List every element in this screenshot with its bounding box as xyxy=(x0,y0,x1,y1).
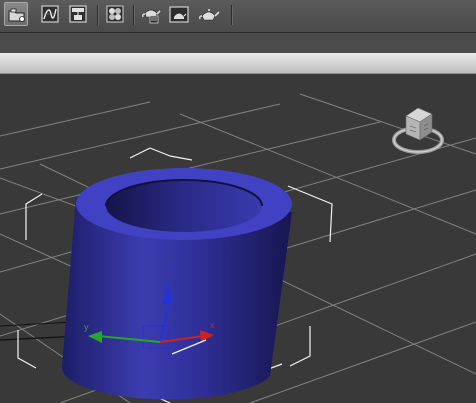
toolbar-separator xyxy=(133,5,134,25)
perspective-viewport[interactable]: z y x xyxy=(0,74,476,403)
z-axis-label: z xyxy=(172,266,177,276)
folder-icon xyxy=(8,8,25,22)
main-toolbar xyxy=(0,0,476,33)
schematic-view-button[interactable] xyxy=(66,2,90,26)
toolbar-separator xyxy=(97,5,98,25)
y-axis-label: y xyxy=(84,322,89,332)
rendered-frame-window-button[interactable] xyxy=(167,2,191,26)
schematic-view-icon xyxy=(69,5,87,23)
curve-editor-icon xyxy=(41,5,59,23)
material-editor-button[interactable] xyxy=(103,2,127,26)
x-axis-label: x xyxy=(210,320,215,330)
render-teapot-icon xyxy=(199,9,220,21)
viewport-label-bar xyxy=(0,53,476,74)
render-production-button[interactable] xyxy=(197,2,221,26)
viewcube-icon[interactable] xyxy=(390,102,446,158)
material-editor-icon xyxy=(106,5,124,23)
render-setup-button[interactable] xyxy=(139,2,163,26)
render-setup-teapot-icon xyxy=(142,9,161,24)
curve-editor-button[interactable] xyxy=(38,2,62,26)
tube-object[interactable] xyxy=(61,168,292,400)
toolbar-separator xyxy=(231,5,232,25)
open-explorer-button[interactable] xyxy=(4,2,28,26)
toolbar-gap xyxy=(0,33,476,53)
rendered-frame-teapot-icon xyxy=(169,6,189,23)
